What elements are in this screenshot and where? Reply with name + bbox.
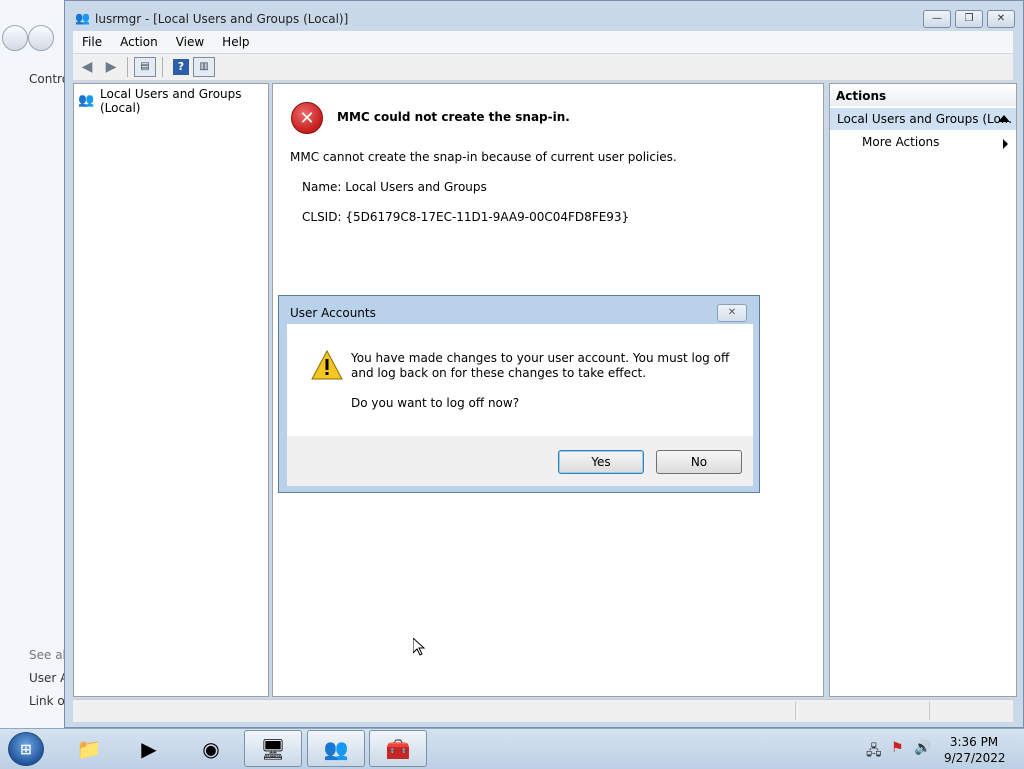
restore-button[interactable]: ❐ (955, 10, 983, 28)
back-forward-buttons[interactable] (2, 25, 54, 54)
network-icon[interactable]: 🖧 (866, 740, 882, 764)
user-accounts-link[interactable]: User A (29, 671, 68, 685)
yes-button[interactable]: Yes (558, 450, 644, 474)
error-message: MMC cannot create the snap-in because of… (290, 150, 677, 164)
actions-group-header[interactable]: Local Users and Groups (Lo... (830, 108, 1016, 130)
status-divider (929, 702, 930, 720)
dialog-close-button[interactable]: ✕ (717, 304, 747, 322)
error-icon: ✕ (291, 102, 323, 134)
collapse-up-icon[interactable] (998, 115, 1010, 122)
forward-button[interactable] (27, 25, 54, 51)
show-hide-tree-icon[interactable]: ▤ (134, 57, 156, 77)
control-panel-icon[interactable]: 🖥 (244, 730, 302, 767)
back-button[interactable] (2, 25, 28, 51)
status-divider (795, 702, 796, 720)
actions-header: Actions (830, 84, 1016, 106)
tree-item-root[interactable]: 👥 Local Users and Groups (Local) (78, 86, 268, 116)
users-icon: 👥 (78, 93, 95, 108)
menu-file[interactable]: File (73, 35, 111, 49)
start-button[interactable]: ⊞ (8, 732, 44, 766)
menu-view[interactable]: View (167, 35, 213, 49)
submenu-arrow-icon (1003, 139, 1008, 149)
chrome-icon[interactable]: ◉ (182, 730, 240, 767)
warning-icon (311, 350, 343, 380)
dialog-question: Do you want to log off now? (351, 396, 520, 410)
menu-bar: File Action View Help (73, 31, 1013, 53)
actions-group-label: Local Users and Groups (Lo... (837, 112, 1013, 126)
users-icon: 👥 (75, 11, 90, 25)
error-clsid: CLSID: {5D6179C8-17EC-11D1-9AA9-00C04FD8… (302, 210, 630, 224)
tree-pane: 👥 Local Users and Groups (Local) (73, 83, 269, 697)
title-bar[interactable]: 👥 lusrmgr - [Local Users and Groups (Loc… (65, 1, 1023, 35)
taskbar: ⊞ 📁 ▶ ◉ 🖥 👥 🧰 🖧 ⚑ 🔊 3:36 PM 9/27/2022 (0, 728, 1024, 769)
dialog-body: You have made changes to your user accou… (287, 324, 753, 436)
window-title: lusrmgr - [Local Users and Groups (Local… (95, 12, 349, 26)
clock-time: 3:36 PM (949, 735, 999, 749)
toolbar-separator (162, 57, 163, 77)
close-button[interactable]: ✕ (987, 10, 1015, 28)
actions-pane: Actions Local Users and Groups (Lo... Mo… (829, 83, 1017, 697)
dialog-message: You have made changes to your user accou… (351, 351, 730, 380)
user-accounts-icon[interactable]: 👥 (307, 730, 365, 767)
tree-item-label: Local Users and Groups (Local) (100, 87, 242, 115)
mouse-cursor-icon (413, 638, 425, 656)
file-explorer-icon[interactable]: 📁 (60, 730, 118, 767)
user-accounts-dialog: User Accounts ✕ You have made changes to… (278, 295, 760, 493)
volume-icon[interactable]: 🔊 (914, 740, 931, 756)
no-button[interactable]: No (656, 450, 742, 474)
action-center-icon[interactable]: ⚑ (891, 740, 904, 756)
error-snapin-name: Name: Local Users and Groups (302, 180, 487, 194)
clock[interactable]: 3:36 PM 9/27/2022 (944, 734, 1006, 766)
minimize-button[interactable]: — (923, 10, 951, 28)
back-arrow-icon[interactable]: ◀ (77, 57, 97, 77)
error-title: MMC could not create the snap-in. (337, 110, 570, 124)
menu-action[interactable]: Action (111, 35, 167, 49)
help-icon[interactable]: ? (173, 59, 189, 75)
more-actions-item[interactable]: More Actions (862, 135, 939, 149)
clock-date: 9/27/2022 (944, 751, 1006, 765)
forward-arrow-icon[interactable]: ▶ (101, 57, 121, 77)
dialog-footer: Yes No (287, 436, 753, 486)
status-bar (73, 699, 1013, 722)
media-player-icon[interactable]: ▶ (120, 730, 178, 767)
toolbar: ◀ ▶ ▤ ? ▥ (73, 54, 1013, 81)
toolbar-separator (127, 57, 128, 77)
menu-help[interactable]: Help (213, 35, 258, 49)
dialog-title: User Accounts (290, 306, 376, 320)
show-hide-action-pane-icon[interactable]: ▥ (193, 57, 215, 77)
toolbox-icon[interactable]: 🧰 (369, 730, 427, 767)
